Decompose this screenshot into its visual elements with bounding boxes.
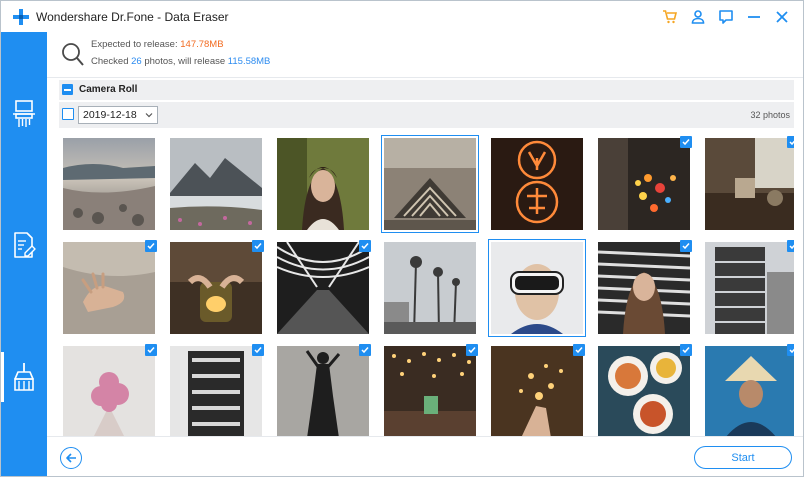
photo-thumbnail[interactable]: [170, 344, 264, 436]
checked-count: 26: [131, 56, 142, 67]
photo-checkbox-checked[interactable]: [787, 344, 794, 356]
photo-image: [384, 242, 476, 334]
group-select-checkbox[interactable]: [62, 84, 73, 95]
photo-checkbox-checked[interactable]: [359, 344, 371, 356]
checked-size: 115.58MB: [227, 56, 271, 67]
photo-image: [705, 138, 794, 230]
search-icon: [62, 43, 84, 66]
photo-image: [277, 138, 369, 230]
date-dropdown-value: 2019-12-18: [83, 109, 137, 121]
photo-image: [705, 346, 794, 436]
photo-image: [384, 346, 476, 436]
photo-thumbnail[interactable]: [384, 344, 478, 436]
photo-image: [63, 242, 155, 334]
back-button[interactable]: [60, 447, 82, 469]
expected-release-line: Expected to release: 147.78MB: [91, 39, 224, 50]
photo-image: [63, 346, 155, 436]
photo-thumbnail[interactable]: [63, 240, 157, 334]
photo-thumbnail[interactable]: [705, 344, 794, 436]
group-header-camera-roll: Camera Roll: [59, 80, 794, 100]
photo-image: [598, 242, 690, 334]
photo-thumbnail[interactable]: [705, 136, 794, 230]
photo-image: [598, 138, 690, 230]
sidebar-item-erase-all-data[interactable]: [1, 89, 47, 139]
date-filter-bar: 2019-12-18 32 photos: [59, 102, 794, 128]
checked-prefix: Checked: [91, 56, 132, 67]
photo-thumbnail[interactable]: [277, 344, 371, 436]
photo-checkbox-checked[interactable]: [252, 240, 264, 252]
chevron-down-icon: [145, 113, 153, 118]
checked-middle: photos, will release: [141, 56, 228, 67]
photo-checkbox-checked[interactable]: [466, 344, 478, 356]
photo-thumbnail[interactable]: [277, 138, 369, 230]
photo-thumbnail[interactable]: [705, 240, 794, 334]
photo-checkbox-checked[interactable]: [787, 136, 794, 148]
title-bar: Wondershare Dr.Fone - Data Eraser: [1, 1, 803, 32]
photo-thumbnail[interactable]: [277, 240, 371, 334]
photo-thumbnail[interactable]: [63, 344, 157, 436]
photo-thumbnail[interactable]: [170, 240, 264, 334]
photo-thumbnail[interactable]: [598, 344, 692, 436]
photo-image: [277, 346, 369, 436]
close-icon[interactable]: [773, 8, 791, 26]
photo-checkbox-checked[interactable]: [680, 240, 692, 252]
photo-thumbnail[interactable]: [63, 138, 155, 230]
photo-image: [705, 242, 794, 334]
photo-image: [491, 346, 583, 436]
checked-summary-line: Checked 26 photos, will release 115.58MB: [91, 56, 270, 67]
photo-checkbox-checked[interactable]: [145, 344, 157, 356]
photo-thumbnail[interactable]: [491, 138, 583, 230]
footer: Start: [47, 436, 803, 476]
photo-image: [384, 138, 476, 230]
erase-private-data-icon: [14, 232, 36, 258]
photo-image: [63, 138, 155, 230]
photo-image: [491, 242, 583, 334]
start-button[interactable]: Start: [694, 446, 792, 469]
minimize-icon[interactable]: [745, 8, 763, 26]
photo-image: [170, 346, 262, 436]
free-up-space-icon: [14, 363, 34, 391]
photo-checkbox-checked[interactable]: [787, 240, 794, 252]
photo-thumbnail[interactable]: [488, 239, 586, 337]
account-icon[interactable]: [689, 8, 707, 26]
photo-image: [170, 138, 262, 230]
photo-image: [170, 242, 262, 334]
group-label: Camera Roll: [79, 84, 138, 95]
photo-count: 32 photos: [750, 110, 790, 120]
photo-checkbox-checked[interactable]: [573, 344, 585, 356]
expected-release-label: Expected to release:: [91, 39, 181, 50]
sidebar: [1, 32, 47, 476]
photo-checkbox-checked[interactable]: [680, 136, 692, 148]
photo-image: [277, 242, 369, 334]
photo-checkbox-checked[interactable]: [359, 240, 371, 252]
date-select-checkbox[interactable]: [62, 108, 74, 120]
erase-all-data-icon: [13, 100, 35, 127]
app-window: Wondershare Dr.Fone - Data Eraser Expect…: [0, 0, 804, 477]
photo-thumbnail[interactable]: [170, 138, 262, 230]
photo-thumbnail[interactable]: [598, 136, 692, 230]
sidebar-item-erase-private-data[interactable]: [1, 220, 47, 270]
drfone-logo-icon: [13, 9, 29, 25]
sidebar-item-free-up-space[interactable]: [1, 352, 47, 402]
cart-icon[interactable]: [661, 8, 679, 26]
active-indicator: [1, 352, 4, 402]
expected-release-value: 147.78MB: [180, 39, 224, 50]
photo-checkbox-checked[interactable]: [252, 344, 264, 356]
feedback-icon[interactable]: [717, 8, 735, 26]
photo-thumbnail[interactable]: [598, 240, 692, 334]
release-summary: Expected to release: 147.78MB Checked 26…: [47, 32, 803, 78]
photo-grid: [59, 131, 794, 436]
photo-thumbnail[interactable]: [491, 344, 585, 436]
photo-image: [491, 138, 583, 230]
photo-thumbnail[interactable]: [384, 242, 476, 334]
date-dropdown[interactable]: 2019-12-18: [78, 106, 158, 124]
photo-thumbnail[interactable]: [381, 135, 479, 233]
back-arrow-icon: [66, 453, 76, 463]
photo-checkbox-checked[interactable]: [680, 344, 692, 356]
app-title: Wondershare Dr.Fone - Data Eraser: [36, 10, 229, 24]
photo-checkbox-checked[interactable]: [145, 240, 157, 252]
photo-image: [598, 346, 690, 436]
